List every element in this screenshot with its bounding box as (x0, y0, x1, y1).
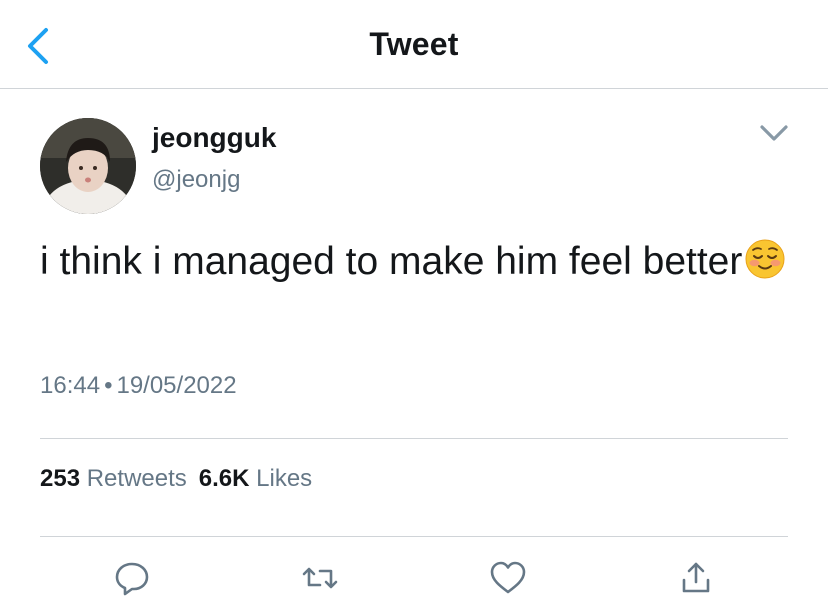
tweet-body: i think i managed to make him feel bette… (40, 240, 743, 283)
retweet-button[interactable] (300, 558, 340, 598)
tweet-time: 16:44 (40, 372, 101, 399)
tweet-menu-button[interactable] (756, 118, 792, 148)
reply-icon (115, 562, 149, 596)
user-handle[interactable]: @jeonjg (152, 166, 240, 194)
retweets-count: 253 (40, 465, 81, 492)
tweet-timestamp[interactable]: 16:44 • 19/05/2022 (40, 372, 237, 400)
retweet-icon (302, 567, 338, 589)
likes-stat[interactable]: 6.6K Likes (199, 465, 312, 493)
retweets-stat[interactable]: 253 Retweets (40, 465, 187, 493)
retweets-label: Retweets (86, 465, 187, 492)
divider (40, 438, 788, 439)
tweet-text: i think i managed to make him feel bette… (40, 236, 800, 294)
avatar[interactable] (40, 118, 136, 214)
top-nav-bar: Tweet (0, 0, 828, 89)
separator-dot: • (104, 372, 113, 399)
tweet-date: 19/05/2022 (116, 372, 237, 399)
tweet-actions-bar (0, 558, 828, 598)
likes-count: 6.6K (198, 465, 250, 492)
page-title: Tweet (369, 26, 459, 62)
share-icon (682, 562, 710, 593)
smiling-face-icon (745, 239, 785, 279)
like-button[interactable] (488, 558, 528, 598)
tweet-stats: 253 Retweets 6.6K Likes (40, 465, 324, 493)
divider (40, 536, 788, 537)
smiling-face-emoji (744, 238, 786, 294)
heart-icon (490, 561, 526, 594)
chevron-down-icon (760, 125, 788, 141)
reply-button[interactable] (112, 558, 152, 598)
likes-label: Likes (256, 465, 313, 492)
display-name[interactable]: jeongguk (152, 122, 276, 154)
avatar-photo (40, 118, 136, 214)
share-button[interactable] (676, 558, 716, 598)
